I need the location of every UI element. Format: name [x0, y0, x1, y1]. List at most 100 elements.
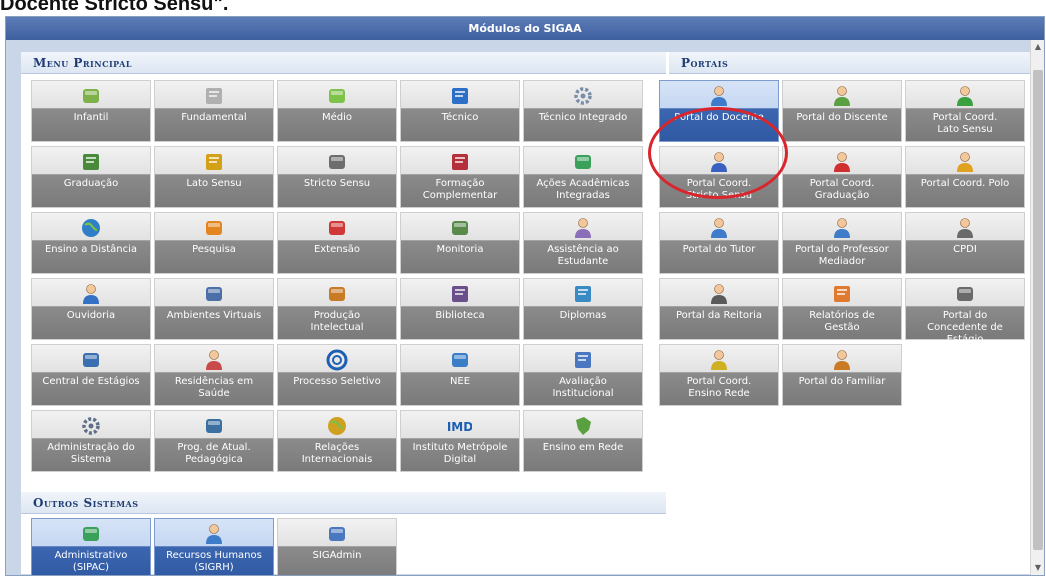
module-tile-administra-o-do-sistema[interactable]: Administração do Sistema [31, 410, 151, 472]
scroll-thumb[interactable] [1033, 70, 1043, 550]
module-label: Técnico [441, 112, 479, 123]
module-label: Infantil [73, 112, 109, 123]
module-tile-forma-o-complementar[interactable]: Formação Complementar [400, 146, 520, 208]
coord-stricto-icon [711, 152, 727, 172]
module-tile-portal-do-tutor[interactable]: Portal do Tutor [659, 212, 779, 274]
person-icon [83, 284, 99, 304]
module-tile-lato-sensu[interactable]: Lato Sensu [154, 146, 274, 208]
module-tile-central-de-est-gios[interactable]: Central de Estágios [31, 344, 151, 406]
module-tile-avalia-o-institucional[interactable]: Avaliação Institucional [523, 344, 643, 406]
sigadmin-icon [329, 527, 345, 541]
module-tile-extens-o[interactable]: Extensão [277, 212, 397, 274]
module-tile-recursos-humanos-sigrh[interactable]: Recursos Humanos (SIGRH) [154, 518, 274, 575]
module-label: Prog. de Atual. Pedagógica [177, 442, 251, 465]
module-tile-portal-do-familiar[interactable]: Portal do Familiar [782, 344, 902, 406]
module-tile-prog-de-atual-pedag-gica[interactable]: Prog. de Atual. Pedagógica [154, 410, 274, 472]
module-label: Relatórios de Gestão [809, 310, 875, 333]
family-icon [834, 350, 850, 370]
module-label: Residências em Saúde [174, 376, 254, 399]
module-label: Pesquisa [192, 244, 236, 255]
module-tile-m-dio[interactable]: Médio [277, 80, 397, 142]
module-tile-assist-ncia-ao-estudante[interactable]: Assistência ao Estudante [523, 212, 643, 274]
module-tile-cpdi[interactable]: CPDI [905, 212, 1025, 274]
module-tile-produ-o-intelectual[interactable]: Produção Intelectual [277, 278, 397, 340]
module-tile-gradua-o[interactable]: Graduação [31, 146, 151, 208]
module-tile-ensino-em-rede[interactable]: Ensino em Rede [523, 410, 643, 472]
module-tile-portal-do-docente[interactable]: Portal do Docente [659, 80, 779, 142]
module-label: Portal Coord. Polo [920, 178, 1010, 189]
module-tile-portal-do-concedente-de-est-gio[interactable]: Portal do Concedente de Estágio [905, 278, 1025, 345]
gears-icon [82, 417, 100, 435]
module-tile-instituto-metr-pole-digital[interactable]: IMD Instituto Metrópole Digital [400, 410, 520, 472]
module-label: Portal do Professor Mediador [795, 244, 889, 267]
module-label: SIGAdmin [312, 550, 362, 561]
module-tile-pesquisa[interactable]: Pesquisa [154, 212, 274, 274]
module-tile-administrativo-sipac[interactable]: Administrativo (SIPAC) [31, 518, 151, 575]
module-label: Portal da Reitoria [675, 310, 763, 321]
scroll-down-icon[interactable]: ▼ [1031, 561, 1045, 575]
doctor-icon [206, 350, 222, 370]
module-tile-ambientes-virtuais[interactable]: Ambientes Virtuais [154, 278, 274, 340]
modules-content: Menu Principal Portais Outros Sistemas I… [6, 40, 1030, 575]
module-tile-t-cnico-integrado[interactable]: Técnico Integrado [523, 80, 643, 142]
window-title: Módulos do SIGAA [6, 17, 1044, 40]
globe-hand-icon [328, 417, 346, 435]
modules-panel: Menu Principal Portais Outros Sistemas I… [21, 52, 1030, 575]
module-tile-biblioteca[interactable]: Biblioteca [400, 278, 520, 340]
module-tile-fundamental[interactable]: Fundamental [154, 80, 274, 142]
module-label: Portal Coord. Stricto Sensu [685, 178, 753, 201]
module-tile-portal-coord-stricto-sensu[interactable]: Portal Coord. Stricto Sensu [659, 146, 779, 208]
module-tile-ouvidoria[interactable]: Ouvidoria [31, 278, 151, 340]
module-label: Portal Coord. Graduação [809, 178, 875, 201]
module-tile-portal-da-reitoria[interactable]: Portal da Reitoria [659, 278, 779, 340]
open-book-icon [452, 286, 468, 302]
module-label: Portal do Concedente de Estágio [927, 310, 1003, 345]
module-tile-portal-coord-gradua-o[interactable]: Portal Coord. Graduação [782, 146, 902, 208]
globe-icon [82, 219, 100, 237]
module-tile-t-cnico[interactable]: Técnico [400, 80, 520, 142]
module-tile-a-es-acad-micas-integradas[interactable]: Ações Acadêmicas Integradas [523, 146, 643, 208]
flask-icon [206, 221, 222, 235]
module-label: Relações Internacionais [301, 442, 373, 465]
module-label: Lato Sensu [186, 178, 242, 189]
evaluation-icon [575, 352, 591, 368]
coord-lato-icon [957, 86, 973, 106]
module-tile-resid-ncias-em-sa-de[interactable]: Residências em Saúde [154, 344, 274, 406]
id-card-icon [83, 353, 99, 367]
module-label: Ensino em Rede [542, 442, 624, 453]
module-tile-relat-rios-de-gest-o[interactable]: Relatórios de Gestão [782, 278, 902, 340]
c-logo-icon [326, 349, 348, 371]
crayon-icon [329, 89, 345, 103]
module-label: Formação Complementar [422, 178, 498, 201]
module-tile-portal-coord-ensino-rede[interactable]: Portal Coord. Ensino Rede [659, 344, 779, 406]
module-tile-monitoria[interactable]: Monitoria [400, 212, 520, 274]
module-label: Produção Intelectual [310, 310, 364, 333]
module-tile-ensino-a-dist-ncia[interactable]: Ensino a Distância [31, 212, 151, 274]
module-tile-infantil[interactable]: Infantil [31, 80, 151, 142]
books-icon [83, 154, 99, 170]
teacher-icon [711, 86, 727, 106]
vertical-scrollbar[interactable]: ▲ ▼ [1030, 40, 1044, 575]
tutor-icon [711, 218, 727, 238]
student-icon [834, 86, 850, 106]
module-tile-processo-seletivo[interactable]: Processo Seletivo [277, 344, 397, 406]
reports-icon [834, 286, 850, 302]
module-label: Técnico Integrado [538, 112, 628, 123]
module-tile-portal-coord-polo[interactable]: Portal Coord. Polo [905, 146, 1025, 208]
scroll-up-icon[interactable]: ▲ [1031, 40, 1045, 54]
module-tile-rela-es-internacionais[interactable]: Relações Internacionais [277, 410, 397, 472]
module-tile-portal-coord-lato-sensu[interactable]: Portal Coord. Lato Sensu [905, 80, 1025, 142]
module-tile-portal-do-professor-mediador[interactable]: Portal do Professor Mediador [782, 212, 902, 274]
module-tile-nee[interactable]: NEE [400, 344, 520, 406]
presentation-icon [206, 419, 222, 433]
module-label: Médio [321, 112, 353, 123]
map-brazil-icon [576, 417, 591, 435]
module-tile-portal-do-discente[interactable]: Portal do Discente [782, 80, 902, 142]
section-menu-principal: Menu Principal [21, 52, 666, 74]
hr-person-icon [206, 524, 222, 544]
module-tile-sigadmin[interactable]: SIGAdmin [277, 518, 397, 575]
module-tile-stricto-sensu[interactable]: Stricto Sensu [277, 146, 397, 208]
module-label: Processo Seletivo [293, 376, 381, 387]
module-tile-diplomas[interactable]: Diplomas [523, 278, 643, 340]
module-label: Extensão [313, 244, 361, 255]
